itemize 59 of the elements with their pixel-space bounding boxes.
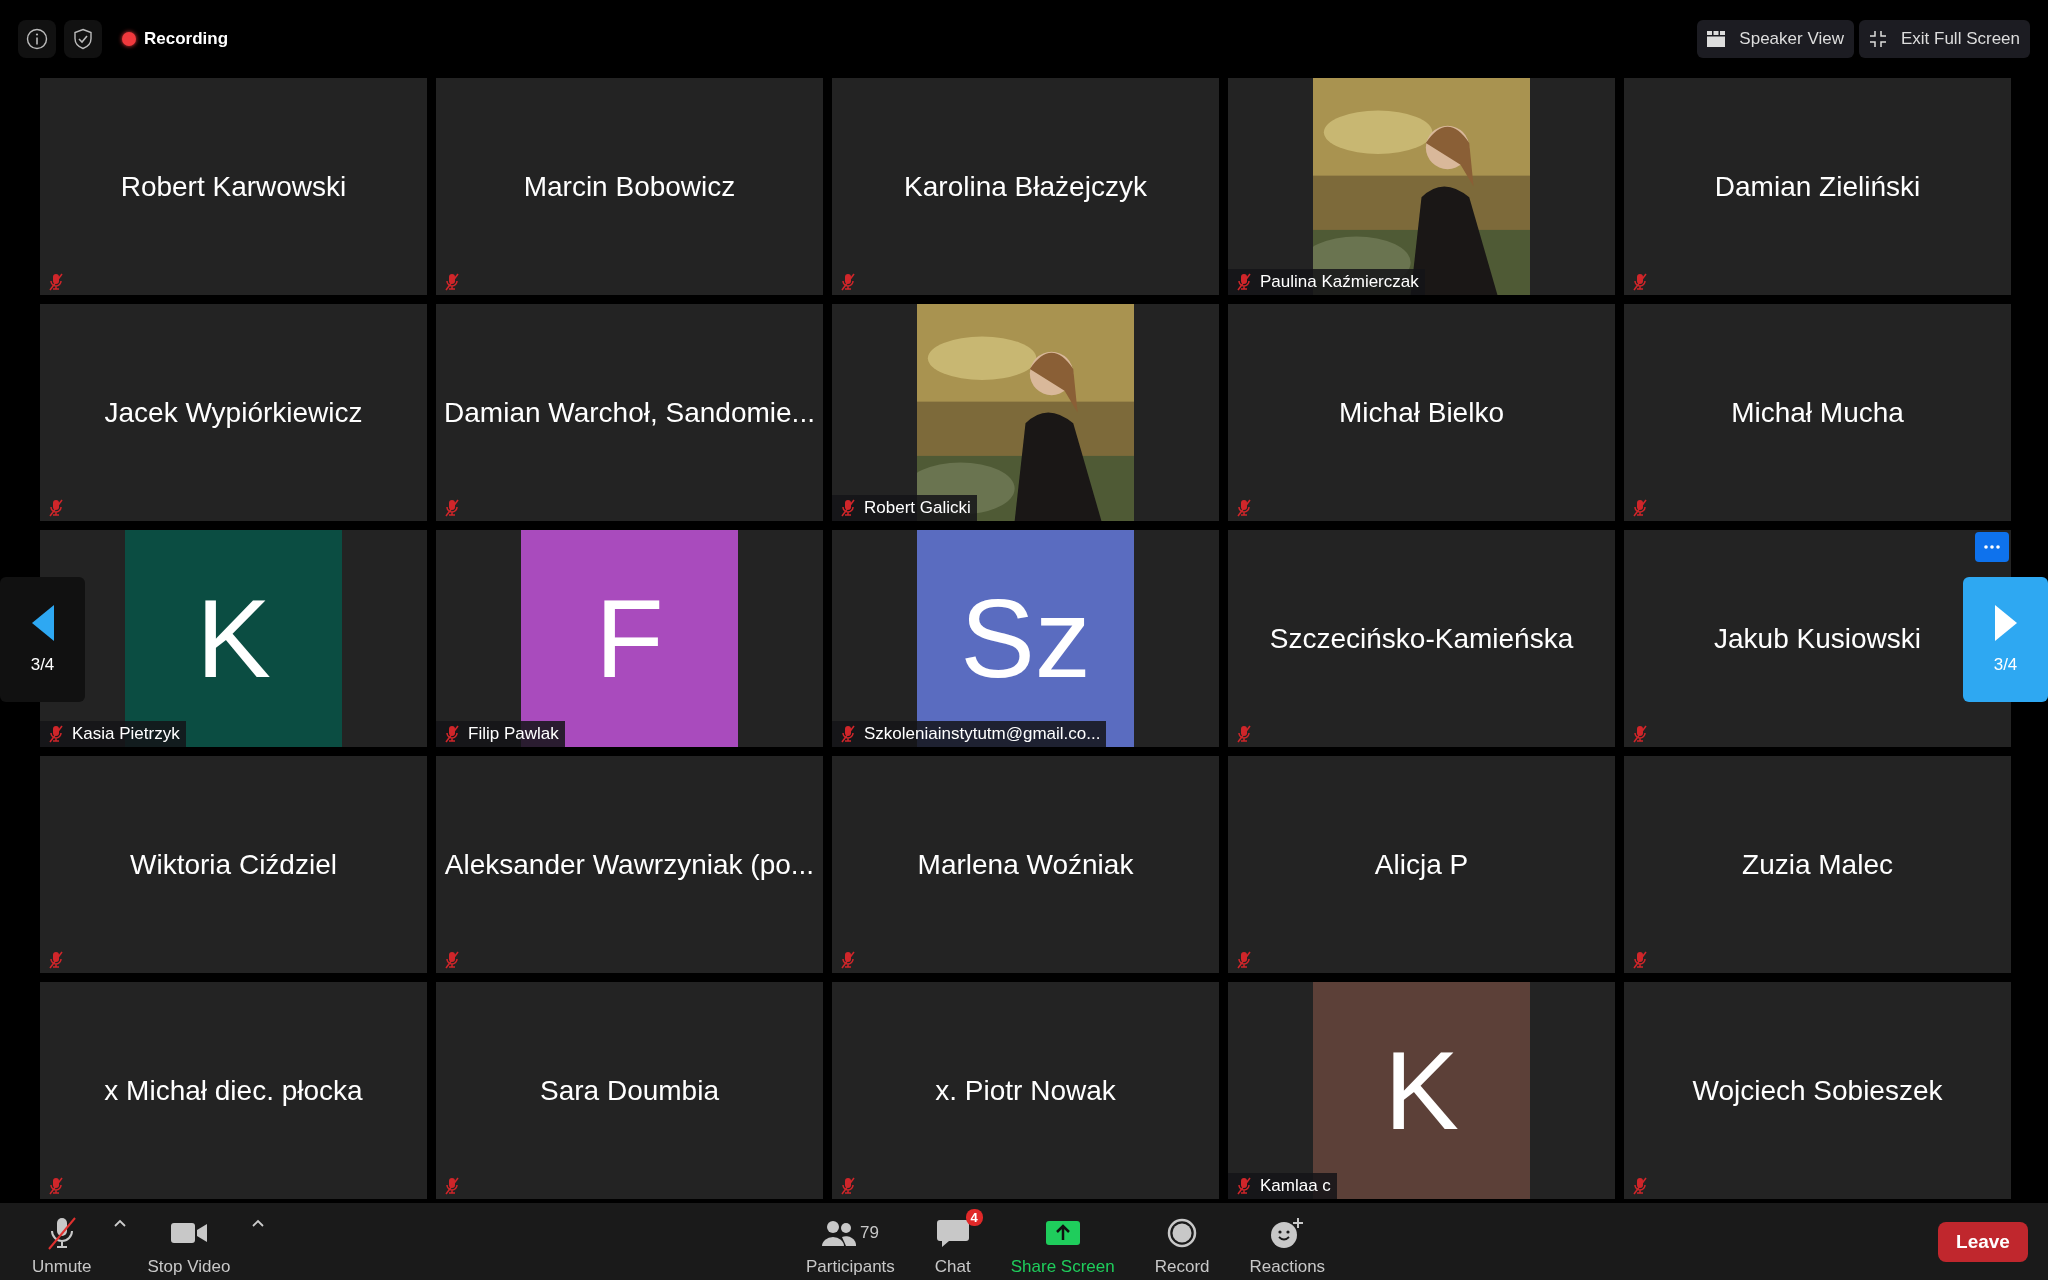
- participant-name: Wiktoria Ciździel: [130, 848, 337, 881]
- participant-name: x Michał diec. płocka: [104, 1074, 363, 1107]
- participant-name: Jakub Kusiowski: [1714, 622, 1921, 655]
- name-label: Kamlaa c: [1228, 1173, 1337, 1199]
- left-arrow-icon: [31, 604, 54, 641]
- more-icon: [1984, 545, 2000, 549]
- recording-status: Recording: [144, 29, 229, 49]
- participant-name: Wojciech Sobieszek: [1692, 1074, 1943, 1107]
- muted-mic-icon: [45, 1215, 78, 1250]
- participant-name: Aleksander Wawrzyniak (po...: [444, 848, 815, 881]
- participant-count: 79: [859, 1222, 879, 1243]
- name-label: Robert Galicki: [832, 495, 977, 521]
- share-screen-icon: [1045, 1220, 1080, 1245]
- reactions-button[interactable]: Reactions: [1233, 1206, 1342, 1277]
- unread-badge: 4: [965, 1208, 983, 1226]
- recording-dot-icon: [122, 32, 136, 46]
- record-icon: [1167, 1217, 1198, 1248]
- participant-name: Sara Doumbia: [540, 1074, 719, 1107]
- name-label: Filip Pawlak: [436, 721, 565, 747]
- unmute-button[interactable]: Unmute: [16, 1206, 108, 1277]
- right-arrow-icon: [1994, 604, 2017, 641]
- participant-name: Szczecińsko-Kamieńska: [1269, 622, 1574, 655]
- chat-button[interactable]: 4 Chat: [918, 1206, 987, 1277]
- name-label: Szkoleniainstytutm@gmail.co...: [832, 721, 1107, 747]
- participant-name: Damian Zieliński: [1714, 170, 1921, 203]
- chat-bubble-icon: [936, 1217, 969, 1248]
- participant-name: Karolina Błażejczyk: [904, 170, 1147, 203]
- participants-button[interactable]: 79 Participants: [790, 1206, 911, 1277]
- video-camera-icon: [170, 1221, 207, 1244]
- stop-video-button[interactable]: Stop Video: [131, 1206, 247, 1277]
- caret-icon: [113, 1218, 126, 1227]
- info-icon: [26, 28, 48, 50]
- participant-name: Marlena Woźniak: [917, 848, 1134, 881]
- participant-name: x. Piotr Nowak: [935, 1074, 1116, 1107]
- share-button[interactable]: Share Screen: [994, 1206, 1131, 1277]
- participant-name: Jacek Wypiórkiewicz: [104, 396, 363, 429]
- info-button[interactable]: [18, 20, 56, 58]
- caret-icon: [252, 1218, 265, 1227]
- participant-name: Robert Karwowski: [120, 170, 347, 203]
- record-button[interactable]: Record: [1138, 1206, 1226, 1277]
- more-button[interactable]: [1975, 532, 2009, 562]
- shrink-icon: [1868, 30, 1887, 48]
- previous-page-button[interactable]: 3/4: [0, 577, 85, 702]
- participant-name: Alicja P: [1374, 848, 1469, 881]
- grid-icon: [1707, 31, 1726, 47]
- participant-name: Michał Bielko: [1339, 396, 1504, 429]
- security-button[interactable]: [64, 20, 102, 58]
- speaker-view-button[interactable]: Speaker View: [1697, 20, 1854, 58]
- name-label: Kasia Pietrzyk: [40, 721, 186, 747]
- leave-button[interactable]: Leave: [1938, 1221, 2028, 1262]
- participant-name: Marcin Bobowicz: [523, 170, 736, 203]
- participant-name: Michał Mucha: [1731, 396, 1904, 429]
- exit-full-screen-button[interactable]: Exit Full Screen: [1858, 20, 2030, 58]
- participant-name: Zuzia Malec: [1742, 848, 1893, 881]
- participant-name: Damian Warchoł, Sandomie...: [444, 396, 815, 429]
- name-label: Paulina Kaźmierczak: [1228, 269, 1425, 295]
- smiley-plus-icon: [1270, 1216, 1305, 1249]
- participants-icon: [821, 1219, 856, 1246]
- shield-check-icon: [72, 28, 94, 50]
